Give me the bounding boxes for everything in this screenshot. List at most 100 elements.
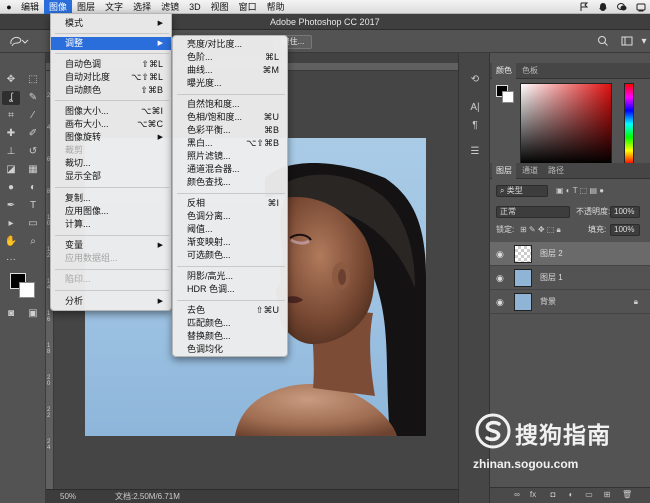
menu-item-reveal-all[interactable]: 显示全部 — [51, 170, 171, 183]
lasso-tool-preset-icon[interactable] — [8, 34, 32, 50]
menu-item-threshold[interactable]: 阈值... — [173, 223, 287, 236]
menu-item-canvas-size[interactable]: 画布大小... ⌥⌘C — [51, 118, 171, 131]
eye-icon[interactable]: ◉ — [496, 290, 508, 314]
shape-tool-icon[interactable]: ▭ — [24, 217, 42, 231]
opacity-input[interactable]: 100% — [610, 206, 640, 218]
menu-item-shadows-highlights[interactable]: 阴影/高光... — [173, 270, 287, 283]
menu-item-adjustments[interactable]: 调整 ▶ — [51, 37, 171, 50]
menu-view[interactable]: 视图 — [206, 0, 234, 14]
menu-select[interactable]: 选择 — [128, 0, 156, 14]
marquee-tool-icon[interactable]: ⬚ — [24, 73, 42, 87]
menu-item-trim[interactable]: 裁切... — [51, 157, 171, 170]
menu-window[interactable]: 窗口 — [234, 0, 262, 14]
menu-item-replace-color[interactable]: 替换颜色... — [173, 330, 287, 343]
history-panel-icon[interactable]: ⟲ — [468, 73, 482, 87]
eraser-tool-icon[interactable]: ◪ — [2, 163, 20, 177]
menu-item-analysis[interactable]: 分析 ▶ — [51, 295, 171, 308]
workspace-dropdown-icon[interactable]: ▾ — [637, 35, 650, 49]
character-panel-icon[interactable]: A| — [468, 101, 482, 115]
menu-item-vibrance[interactable]: 自然饱和度... — [173, 98, 287, 111]
fill-input[interactable]: 100% — [610, 224, 640, 236]
zoom-level[interactable]: 50% — [60, 490, 76, 503]
menu-item-image-rotation[interactable]: 图像旋转 ▶ — [51, 131, 171, 144]
clone-stamp-icon[interactable]: ⊥ — [2, 145, 20, 159]
tv-icon[interactable] — [636, 2, 646, 12]
tab-color[interactable]: 颜色 — [492, 63, 516, 79]
menu-filter[interactable]: 滤镜 — [156, 0, 184, 14]
crop-tool-icon[interactable]: ⌗ — [2, 109, 20, 123]
layer-kind-filter[interactable]: ⌕ 类型 — [496, 185, 548, 197]
menu-item-exposure[interactable]: 曝光度... — [173, 77, 287, 90]
workspace-icon[interactable] — [620, 35, 634, 49]
menu-item-color-balance[interactable]: 色彩平衡... ⌘B — [173, 124, 287, 137]
menu-item-auto-contrast[interactable]: 自动对比度 ⌥⇧⌘L — [51, 71, 171, 84]
screen-mode-icon[interactable]: ▣ — [24, 307, 42, 321]
tab-paths[interactable]: 路径 — [544, 163, 568, 179]
menu-item-calculations[interactable]: 计算... — [51, 218, 171, 231]
layer-row[interactable]: ◉ 图层 2 — [490, 242, 650, 266]
menu-layer[interactable]: 图层 — [72, 0, 100, 14]
menu-item-black-white[interactable]: 黑白... ⌥⇧⌘B — [173, 137, 287, 150]
lasso-tool-icon[interactable]: ʆ — [2, 91, 20, 105]
menu-item-hue-saturation[interactable]: 色相/饱和度... ⌘U — [173, 111, 287, 124]
menu-type[interactable]: 文字 — [100, 0, 128, 14]
menu-item-match-color[interactable]: 匹配颜色... — [173, 317, 287, 330]
menu-item-apply-image[interactable]: 应用图像... — [51, 205, 171, 218]
layer-style-icon[interactable]: fx — [528, 490, 538, 500]
menu-image[interactable]: 图像 — [44, 0, 73, 14]
layer-name[interactable]: 图层 1 — [540, 266, 563, 290]
menu-item-channel-mixer[interactable]: 通道混合器... — [173, 163, 287, 176]
dodge-tool-icon[interactable]: ◐ — [24, 181, 42, 195]
apple-icon[interactable]: ● — [2, 2, 16, 12]
menu-item-color-lookup[interactable]: 颜色查找... — [173, 176, 287, 189]
search-icon[interactable] — [596, 35, 610, 49]
menu-item-equalize[interactable]: 色调均化 — [173, 343, 287, 356]
menu-item-duplicate[interactable]: 复制... — [51, 192, 171, 205]
paragraph-panel-icon[interactable]: ¶ — [468, 119, 482, 133]
document-size[interactable]: 文档:2.50M/6.71M — [115, 490, 180, 503]
menu-item-image-size[interactable]: 图像大小... ⌥⌘I — [51, 105, 171, 118]
add-mask-icon[interactable]: ◘ — [548, 490, 558, 500]
tab-channels[interactable]: 通道 — [518, 163, 542, 179]
blur-tool-icon[interactable]: ● — [2, 181, 20, 195]
move-tool-icon[interactable]: ✥ — [2, 73, 20, 87]
path-select-icon[interactable]: ▸ — [2, 217, 20, 231]
hand-tool-icon[interactable]: ✋ — [2, 235, 20, 249]
history-brush-icon[interactable]: ↺ — [24, 145, 42, 159]
menu-item-invert[interactable]: 反相 ⌘I — [173, 197, 287, 210]
healing-brush-icon[interactable]: ✚ — [2, 127, 20, 141]
menu-edit[interactable]: 编辑 — [16, 0, 44, 14]
tab-layers[interactable]: 图层 — [492, 163, 516, 179]
type-tool-icon[interactable]: T — [24, 199, 42, 213]
menu-item-gradient-map[interactable]: 渐变映射... — [173, 236, 287, 249]
pen-tool-icon[interactable]: ✒ — [2, 199, 20, 213]
layer-row[interactable]: ◉ 背景 🔒︎ — [490, 290, 650, 314]
gradient-tool-icon[interactable]: ▦ — [24, 163, 42, 177]
link-layers-icon[interactable]: ∞ — [512, 490, 522, 500]
quick-select-tool-icon[interactable]: ✎ — [24, 91, 42, 105]
color-picker-field[interactable] — [520, 83, 612, 165]
eye-icon[interactable]: ◉ — [496, 242, 508, 266]
menu-item-mode[interactable]: 模式 ▶ — [51, 17, 171, 30]
eyedropper-tool-icon[interactable]: ⁄ — [24, 109, 42, 123]
menu-item-variables[interactable]: 变量 ▶ — [51, 239, 171, 252]
new-group-icon[interactable]: ▭ — [584, 490, 594, 500]
eye-icon[interactable]: ◉ — [496, 266, 508, 290]
menu-item-levels[interactable]: 色阶... ⌘L — [173, 51, 287, 64]
menu-item-posterize[interactable]: 色调分离... — [173, 210, 287, 223]
new-layer-icon[interactable]: ⊞ — [602, 490, 612, 500]
layer-name[interactable]: 图层 2 — [540, 242, 563, 266]
filter-type-icons[interactable]: ▣ ◐ T ⬚ ▤ ● — [556, 184, 604, 198]
menu-item-curves[interactable]: 曲线... ⌘M — [173, 64, 287, 77]
panel-background-swatch[interactable] — [502, 91, 514, 103]
snapchat-icon[interactable] — [598, 2, 608, 12]
properties-panel-icon[interactable]: ☰ — [468, 145, 482, 159]
blend-mode-select[interactable]: 正常 — [496, 206, 570, 218]
hue-slider[interactable] — [624, 83, 634, 165]
menu-item-auto-tone[interactable]: 自动色调 ⇧⌘L — [51, 58, 171, 71]
menu-help[interactable]: 帮助 — [262, 0, 290, 14]
wechat-icon[interactable] — [617, 2, 627, 12]
trash-icon[interactable]: 🗑︎ — [622, 490, 632, 500]
menu-item-hdr-toning[interactable]: HDR 色调... — [173, 283, 287, 296]
menu-item-photo-filter[interactable]: 照片滤镜... — [173, 150, 287, 163]
